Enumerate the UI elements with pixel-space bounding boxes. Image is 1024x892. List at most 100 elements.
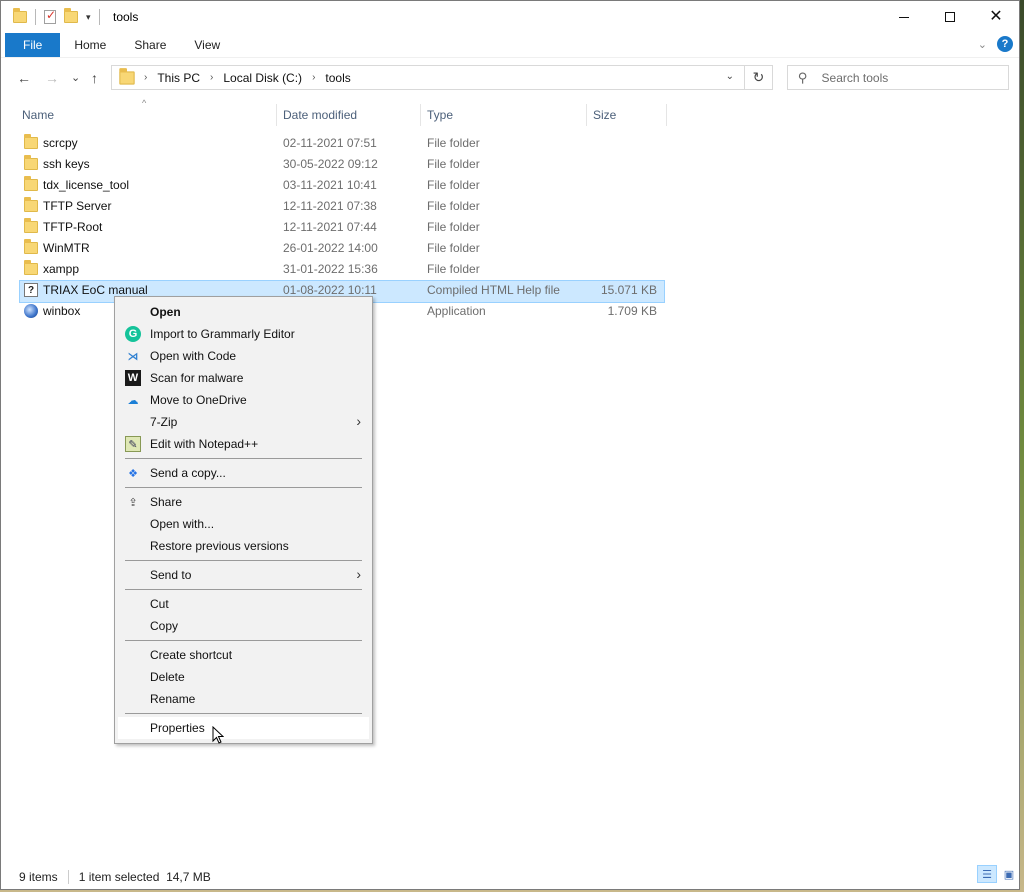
menu-item-open-with[interactable]: Open with... (118, 513, 369, 535)
menu-item-label: Move to OneDrive (150, 393, 247, 407)
menu-item-send-a-copy[interactable]: ❖ Send a copy... (118, 462, 369, 484)
menu-item-label: Share (150, 495, 183, 509)
file-date: 26-01-2022 14:00 (283, 241, 378, 255)
menu-item-properties[interactable]: Properties (118, 717, 369, 739)
tab-home[interactable]: Home (60, 33, 120, 57)
menu-item-label: Create shortcut (150, 648, 233, 662)
list-item[interactable]: xampp 31-01-2022 15:36 File folder (1, 259, 1019, 280)
list-item[interactable]: WinMTR 26-01-2022 14:00 File folder (1, 238, 1019, 259)
file-type: File folder (427, 262, 480, 276)
close-button[interactable]: ✕ (973, 1, 1019, 33)
menu-item-copy[interactable]: Copy (118, 615, 369, 637)
tab-view[interactable]: View (180, 33, 234, 57)
breadcrumb-tools[interactable]: tools (325, 71, 350, 85)
menu-separator (125, 713, 362, 714)
menu-item-share[interactable]: ⇪ Share (118, 491, 369, 513)
grammarly-icon: G (125, 326, 141, 342)
file-name: winbox (43, 304, 81, 318)
search-input[interactable]: Search tools (822, 71, 889, 85)
refresh-button[interactable]: ↻ (744, 66, 772, 89)
menu-separator (125, 458, 362, 459)
toolbar-divider (35, 9, 36, 25)
breadcrumb: › This PC › Local Disk (C:) › tools (144, 71, 351, 85)
list-item[interactable]: scrcpy 02-11-2021 07:51 File folder (1, 133, 1019, 154)
menu-item-label: Restore previous versions (150, 539, 289, 553)
list-item[interactable]: ssh keys 30-05-2022 09:12 File folder (1, 154, 1019, 175)
list-item[interactable]: tdx_license_tool 03-11-2021 10:41 File f… (1, 175, 1019, 196)
address-bar[interactable]: › This PC › Local Disk (C:) › tools ⌄ ↻ (111, 65, 773, 90)
help-file-icon: ? (24, 283, 38, 297)
column-header-type[interactable]: Type (421, 104, 587, 126)
menu-item-label: Delete (150, 670, 185, 684)
recent-locations-button[interactable]: ⌄ (71, 71, 80, 84)
share-icon: ⇪ (128, 496, 138, 509)
file-date: 01-08-2022 10:11 (283, 283, 377, 297)
menu-item-send-to[interactable]: Send to › (118, 564, 369, 586)
folder-icon (13, 8, 27, 23)
notepad-plus-plus-icon: ✎ (125, 436, 141, 452)
menu-item-label: Copy (150, 619, 179, 633)
menu-item-create-shortcut[interactable]: Create shortcut (118, 644, 369, 666)
navigation-bar: ← → ⌄ ↑ › This PC › Local Disk (C:) › to… (1, 57, 1019, 97)
list-item[interactable]: TFTP-Root 12-11-2021 07:44 File folder (1, 217, 1019, 238)
tab-share[interactable]: Share (120, 33, 180, 57)
menu-item-label: Properties (150, 721, 205, 735)
menu-item-7zip[interactable]: 7-Zip › (118, 411, 369, 433)
item-count: 9 items (19, 870, 58, 884)
menu-item-open-with-code[interactable]: ⋊ Open with Code (118, 345, 369, 367)
menu-separator (125, 560, 362, 561)
back-button[interactable]: ← (17, 70, 31, 86)
file-size: 15.071 KB (600, 283, 657, 297)
file-type: File folder (427, 178, 480, 192)
file-type: Compiled HTML Help file (427, 283, 560, 297)
folder-icon (24, 260, 38, 275)
menu-item-restore-previous-versions[interactable]: Restore previous versions (118, 535, 369, 557)
status-divider (67, 870, 69, 884)
menu-item-scan-malware[interactable]: W Scan for malware (118, 367, 369, 389)
menu-item-edit-notepad[interactable]: ✎ Edit with Notepad++ (118, 433, 369, 455)
menu-item-open[interactable]: Open (118, 301, 369, 323)
breadcrumb-separator-icon[interactable]: › (312, 72, 315, 83)
selection-info: 1 item selected 14,7 MB (78, 870, 211, 884)
mouse-cursor-icon (212, 726, 224, 744)
tab-file[interactable]: File (5, 33, 61, 57)
breadcrumb-separator-icon[interactable]: › (210, 72, 213, 83)
address-history-dropdown-icon[interactable]: ⌄ (726, 71, 734, 82)
column-header-name[interactable]: Name (16, 104, 277, 126)
menu-item-label: Send to (150, 568, 192, 582)
file-name: WinMTR (43, 241, 90, 255)
search-icon: ⚲ (798, 69, 808, 85)
folder-icon (24, 134, 38, 149)
breadcrumb-separator-icon[interactable]: › (144, 72, 147, 83)
column-headers: ^ Name Date modified Type Size (1, 98, 1019, 126)
customize-toolbar-dropdown-icon[interactable]: ▾ (86, 12, 91, 23)
breadcrumb-this-pc[interactable]: This PC (157, 71, 200, 85)
forward-button[interactable]: → (45, 70, 59, 86)
properties-icon[interactable] (44, 8, 56, 24)
help-icon[interactable]: ? (997, 36, 1013, 52)
close-icon: ✕ (989, 8, 1003, 25)
expand-ribbon-chevron-icon[interactable]: ⌄ (978, 38, 987, 51)
maximize-icon (945, 12, 955, 22)
column-header-date-modified[interactable]: Date modified (277, 104, 421, 126)
maximize-button[interactable] (927, 1, 973, 33)
menu-item-label: Cut (150, 597, 169, 611)
large-icons-view-icon[interactable]: ▣ (999, 865, 1019, 883)
search-box[interactable]: ⚲ Search tools (787, 65, 1009, 90)
folder-icon (24, 239, 38, 254)
menu-item-cut[interactable]: Cut (118, 593, 369, 615)
minimize-button[interactable] (881, 1, 927, 33)
menu-item-rename[interactable]: Rename (118, 688, 369, 710)
up-button[interactable]: ↑ (91, 70, 98, 86)
details-view-icon[interactable]: ☰ (977, 865, 997, 883)
breadcrumb-local-disk[interactable]: Local Disk (C:) (223, 71, 302, 85)
menu-item-label: Scan for malware (150, 371, 244, 385)
new-folder-icon[interactable] (64, 8, 78, 23)
menu-item-delete[interactable]: Delete (118, 666, 369, 688)
file-date: 02-11-2021 07:51 (283, 136, 377, 150)
menu-item-import-grammarly[interactable]: G Import to Grammarly Editor (118, 323, 369, 345)
file-date: 31-01-2022 15:36 (283, 262, 378, 276)
column-header-size[interactable]: Size (587, 104, 667, 126)
menu-item-move-to-onedrive[interactable]: ☁ Move to OneDrive (118, 389, 369, 411)
list-item[interactable]: TFTP Server 12-11-2021 07:38 File folder (1, 196, 1019, 217)
